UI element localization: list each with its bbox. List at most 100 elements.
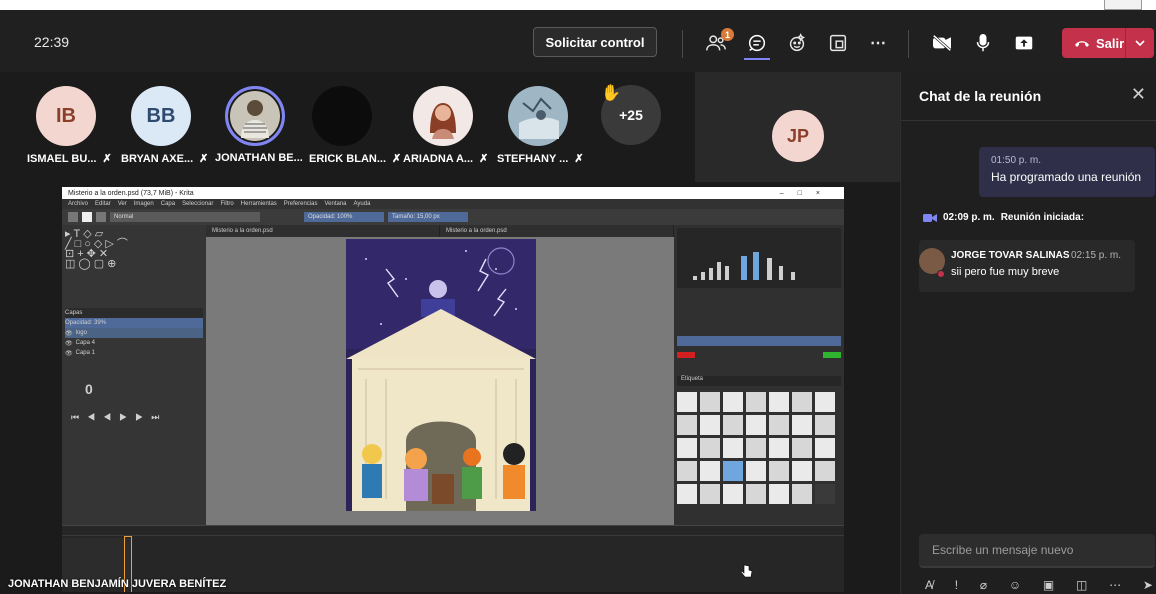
- brush-preset[interactable]: [700, 484, 720, 504]
- message-compose-input[interactable]: Escribe un mensaje nuevo: [919, 534, 1155, 568]
- brush-preset[interactable]: [746, 461, 766, 481]
- chevron-down-icon[interactable]: [1126, 40, 1154, 46]
- brush-preset[interactable]: [700, 438, 720, 458]
- mini-window-tab[interactable]: [1104, 0, 1142, 10]
- menu-item[interactable]: Preferencias: [284, 201, 318, 207]
- brush-preset[interactable]: [746, 415, 766, 435]
- toolbar-swatch[interactable]: [82, 212, 92, 222]
- brush-preset[interactable]: [723, 415, 743, 435]
- format-icon[interactable]: A̸: [925, 578, 933, 592]
- brush-preset[interactable]: [792, 438, 812, 458]
- opacity-slider[interactable]: Opacidad: 100%: [304, 212, 384, 222]
- reactions-icon[interactable]: [785, 31, 809, 55]
- playback-controls[interactable]: ⏮◀◀▶▶⏭: [65, 412, 203, 422]
- menu-item[interactable]: Seleccionar: [182, 201, 213, 207]
- message-other[interactable]: JORGE TOVAR SALINAS 02:15 p. m. sii pero…: [919, 240, 1135, 292]
- menu-item[interactable]: Archivo: [68, 201, 88, 207]
- brush-preset[interactable]: [769, 438, 789, 458]
- brush-presets-grid[interactable]: [677, 392, 841, 504]
- brush-preset[interactable]: [815, 484, 835, 504]
- layer-row[interactable]: 👁 Capa 1: [65, 348, 203, 358]
- brush-preset[interactable]: [769, 484, 789, 504]
- layer-row[interactable]: 👁 Capa 4: [65, 338, 203, 348]
- brush-preset[interactable]: [746, 392, 766, 412]
- brush-preset[interactable]: [769, 415, 789, 435]
- brush-preset[interactable]: [769, 392, 789, 412]
- tool-icons[interactable]: ◫◯▢⊕: [65, 258, 203, 270]
- participant-tile[interactable]: [297, 86, 387, 146]
- participant-tile[interactable]: [398, 86, 488, 146]
- chat-icon[interactable]: [745, 31, 769, 55]
- menu-item[interactable]: Filtro: [220, 201, 233, 207]
- attach-icon[interactable]: ⌀: [980, 578, 987, 592]
- brush-preset[interactable]: [792, 484, 812, 504]
- brush-preset-selected[interactable]: [723, 461, 743, 481]
- close-icon[interactable]: ✕: [1131, 84, 1146, 105]
- window-buttons[interactable]: –□×: [780, 190, 844, 197]
- brush-preset[interactable]: [746, 438, 766, 458]
- participant-tile[interactable]: BB: [116, 86, 206, 146]
- participant-tile-speaking[interactable]: [210, 86, 300, 146]
- toolbar-swatch[interactable]: [96, 212, 106, 222]
- layer-opacity[interactable]: Opacidad: 39%: [65, 318, 203, 328]
- menu-item[interactable]: Ventana: [324, 201, 346, 207]
- brush-preset-filter[interactable]: Etiqueta: [677, 376, 841, 386]
- onion-skin-colors[interactable]: [677, 352, 841, 358]
- brush-preset[interactable]: [700, 392, 720, 412]
- brush-preset[interactable]: [792, 461, 812, 481]
- brush-preset[interactable]: [723, 484, 743, 504]
- brush-preset[interactable]: [677, 415, 697, 435]
- rooms-icon[interactable]: [826, 31, 850, 55]
- brush-preset[interactable]: [792, 392, 812, 412]
- participant-tile[interactable]: [493, 86, 583, 146]
- artwork-canvas[interactable]: [346, 239, 536, 511]
- brush-preset[interactable]: [677, 392, 697, 412]
- side-video-tile[interactable]: JP: [695, 72, 900, 182]
- brush-preset[interactable]: [723, 438, 743, 458]
- brush-preset[interactable]: [769, 461, 789, 481]
- request-control-button[interactable]: Solicitar control: [533, 27, 657, 57]
- send-icon[interactable]: ➤: [1143, 578, 1153, 592]
- brush-preset[interactable]: [700, 415, 720, 435]
- important-icon[interactable]: !: [955, 578, 958, 592]
- brush-preset[interactable]: [723, 392, 743, 412]
- camera-off-icon[interactable]: [930, 31, 954, 55]
- brush-preset[interactable]: [677, 438, 697, 458]
- brush-preset[interactable]: [815, 415, 835, 435]
- layer-row[interactable]: 👁 logo: [65, 328, 203, 338]
- brush-preset[interactable]: [677, 484, 697, 504]
- more-options-icon[interactable]: ⋯: [866, 31, 890, 55]
- menu-item[interactable]: Imagen: [134, 201, 154, 207]
- share-screen-icon[interactable]: [1012, 31, 1036, 55]
- leave-main[interactable]: Salir: [1062, 28, 1126, 58]
- document-tab[interactable]: Misterio a la orden.psd: [206, 225, 440, 237]
- more-icon[interactable]: ⋯: [1109, 578, 1121, 592]
- emoji-icon[interactable]: ☺: [1009, 578, 1021, 592]
- menu-item[interactable]: Editar: [95, 201, 111, 207]
- brush-preset[interactable]: [815, 392, 835, 412]
- microphone-icon[interactable]: [971, 31, 995, 55]
- brush-preset[interactable]: [677, 461, 697, 481]
- menu-item[interactable]: Ayuda: [354, 201, 371, 207]
- participant-tile[interactable]: IB: [21, 86, 111, 146]
- menu-item[interactable]: Ver: [118, 201, 127, 207]
- brush-preset[interactable]: [815, 438, 835, 458]
- color-swatch[interactable]: [823, 352, 841, 358]
- size-slider[interactable]: Tamaño: 15,00 px: [388, 212, 468, 222]
- menu-item[interactable]: Capa: [161, 201, 175, 207]
- brush-preset[interactable]: [700, 461, 720, 481]
- onion-skin-slider[interactable]: [677, 336, 841, 346]
- docker-tabs[interactable]: Capas: [65, 308, 203, 318]
- shared-screen[interactable]: Misterio a la orden.psd (73,7 MiB) - Kri…: [62, 187, 844, 592]
- blend-mode-select[interactable]: Normal: [110, 212, 260, 222]
- brush-preset[interactable]: [815, 461, 835, 481]
- brush-preset[interactable]: [792, 415, 812, 435]
- krita-canvas-area[interactable]: Misterio a la orden.psd Misterio a la or…: [206, 225, 674, 525]
- message-self[interactable]: 01:50 p. m. Ha programado una reunión: [979, 147, 1155, 197]
- leave-button[interactable]: Salir: [1062, 28, 1154, 58]
- toolbar-swatch[interactable]: [68, 212, 78, 222]
- color-swatch[interactable]: [677, 352, 695, 358]
- menu-item[interactable]: Herramientas: [241, 201, 277, 207]
- gif-icon[interactable]: ▣: [1043, 578, 1054, 592]
- brush-preset[interactable]: [746, 484, 766, 504]
